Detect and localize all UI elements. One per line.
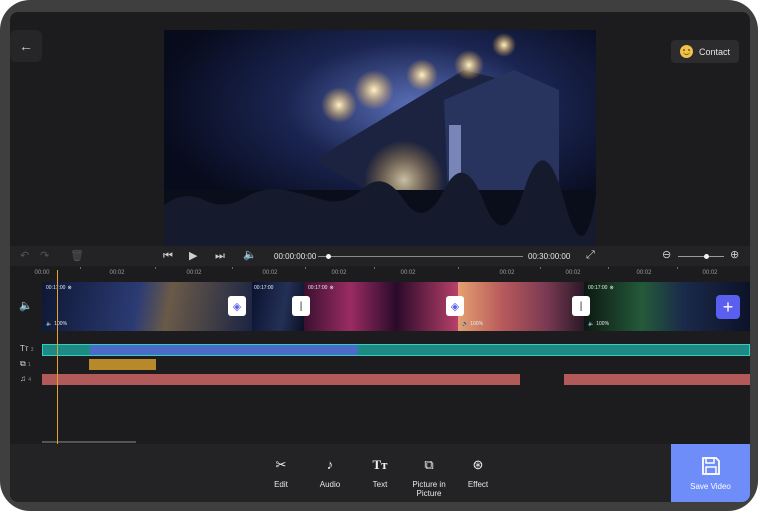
music-track-icon: ♫ 4	[20, 374, 32, 383]
clip-duration: 00:17:00	[254, 285, 274, 291]
current-time: 00:00:00:00	[274, 252, 317, 261]
music-note-icon: ♪	[326, 457, 334, 472]
text-icon: Tт	[372, 457, 388, 472]
video-clip[interactable]: 🔈 100%	[458, 282, 584, 331]
ruler-label: 00:02	[400, 270, 416, 276]
zoom-in-icon[interactable]: ⊕	[730, 249, 739, 261]
text-label: Text	[372, 480, 388, 489]
audio-clip[interactable]	[564, 374, 750, 385]
scrubber-handle[interactable]	[326, 254, 332, 259]
effect-tool[interactable]: ⊛ Effect	[453, 457, 503, 489]
text-tool[interactable]: Tт Text	[355, 457, 405, 489]
ruler-tick	[232, 267, 233, 269]
clip-duration: 00:17:00 ⊗	[588, 285, 614, 291]
video-track: 00:17:00 ⊗ 🔈 100% 00:17:00 00:17:00 ⊗ 🔈 …	[42, 282, 750, 331]
transition-button[interactable]: |	[572, 296, 590, 316]
skip-forward-icon[interactable]: ⏭	[215, 250, 225, 262]
zoom-slider-handle[interactable]	[703, 254, 709, 259]
ruler-label: 00:02	[186, 270, 202, 276]
pip-track-icon: ⧉ 1	[20, 359, 31, 368]
audio-track-row: ♫ 4	[10, 374, 750, 386]
text-track-row: Tт 3	[10, 344, 750, 356]
audio-label: Audio	[319, 480, 341, 489]
play-icon[interactable]: ▶	[189, 250, 197, 262]
ruler-tick	[155, 267, 156, 269]
back-arrow-icon: ←	[19, 38, 33, 54]
transition-button[interactable]: |	[292, 296, 310, 316]
zoom-slider[interactable]	[678, 256, 724, 257]
floppy-disk-icon	[701, 457, 720, 475]
track-audio-icon[interactable]: 🔈	[19, 300, 33, 312]
skip-back-icon[interactable]: ⏮	[163, 250, 173, 262]
text-track-icon: Tт 3	[20, 344, 34, 353]
save-video-button[interactable]: Save Video	[671, 444, 750, 502]
transition-button[interactable]: ◈	[228, 296, 246, 316]
transition-cube-icon: ◈	[450, 300, 460, 313]
ruler-tick	[374, 267, 375, 269]
back-button[interactable]: ←	[10, 30, 42, 62]
clip-duration: 00:17:00 ⊗	[308, 285, 334, 291]
ruler-label: 00:02	[262, 270, 278, 276]
transition-cube-icon: ◈	[232, 300, 242, 313]
text-overlay-clip[interactable]	[90, 345, 358, 355]
bottom-toolbar: ✂ Edit ♪ Audio Tт Text ⧉ Picture in Pict…	[10, 444, 750, 502]
ruler-label: 00:02	[636, 270, 652, 276]
pip-clip[interactable]	[89, 359, 156, 370]
contact-label: Contact	[698, 46, 731, 57]
transition-button[interactable]: ◈	[446, 296, 464, 316]
ruler-tick	[305, 267, 306, 269]
smiley-icon	[679, 45, 693, 58]
audio-clip[interactable]	[42, 374, 520, 385]
picture-in-picture-icon: ⧉	[424, 457, 434, 472]
clip-volume: 🔈 100%	[462, 321, 484, 327]
editor-screen: ← Contact ↶ ↷ 🗑 ⏮ ▶ ⏭ 🔈 00:00:00:00 00:3…	[10, 12, 750, 502]
contact-button[interactable]: Contact	[671, 40, 739, 63]
ruler-tick	[80, 267, 81, 269]
tablet-frame: ← Contact ↶ ↷ 🗑 ⏮ ▶ ⏭ 🔈 00:00:00:00 00:3…	[0, 0, 758, 511]
transition-bar-icon: |	[299, 300, 303, 312]
ruler-tick	[458, 267, 459, 269]
edit-tool[interactable]: ✂ Edit	[256, 457, 306, 489]
ruler-label: 00:02	[702, 270, 718, 276]
video-clip[interactable]: 00:17:00 ⊗	[304, 282, 458, 331]
scrubber-track[interactable]	[318, 256, 523, 257]
pip-track-row: ⧉ 1	[10, 359, 750, 371]
clip-duration: 00:17:00 ⊗	[46, 285, 72, 291]
ruler-label: 00:02	[565, 270, 581, 276]
video-clip[interactable]: 00:17:00 ⊗ 🔈 100%	[42, 282, 252, 331]
pip-label: Picture in Picture	[412, 480, 446, 498]
playback-control-bar: ↶ ↷ 🗑 ⏮ ▶ ⏭ 🔈 00:00:00:00 00:30:00:00 ⤢ …	[10, 246, 750, 266]
transition-bar-icon: |	[579, 300, 583, 312]
ruler-tick	[608, 267, 609, 269]
pip-tool[interactable]: ⧉ Picture in Picture	[404, 457, 454, 498]
concert-preview-image	[164, 30, 596, 246]
redo-icon[interactable]: ↷	[40, 250, 49, 262]
time-ruler[interactable]: 00:00 00:02 00:02 00:02 00:02 00:02 00:0…	[10, 266, 750, 280]
ruler-label: 00:02	[109, 270, 125, 276]
total-time: 00:30:00:00	[528, 252, 571, 261]
ruler-tick	[677, 267, 678, 269]
volume-icon[interactable]: 🔈	[243, 249, 257, 261]
clip-volume: 🔈 100%	[588, 321, 610, 327]
scissors-icon: ✂	[275, 457, 287, 472]
ruler-label: 00:02	[331, 270, 347, 276]
zoom-out-icon[interactable]: ⊖	[662, 249, 671, 261]
ruler-label: 00:02	[499, 270, 515, 276]
save-label: Save Video	[690, 482, 731, 491]
ruler-label: 00:00	[34, 270, 50, 276]
edit-label: Edit	[274, 480, 288, 489]
effect-label: Effect	[467, 480, 489, 489]
playhead[interactable]	[57, 270, 58, 444]
effect-icon: ⊛	[472, 457, 484, 472]
fullscreen-icon[interactable]: ⤢	[586, 249, 595, 261]
undo-icon[interactable]: ↶	[20, 250, 29, 262]
delete-icon[interactable]: 🗑	[70, 250, 84, 262]
audio-tool[interactable]: ♪ Audio	[305, 457, 355, 489]
add-clip-button[interactable]: +	[716, 295, 740, 319]
ruler-tick	[540, 267, 541, 269]
video-preview[interactable]	[164, 30, 596, 246]
